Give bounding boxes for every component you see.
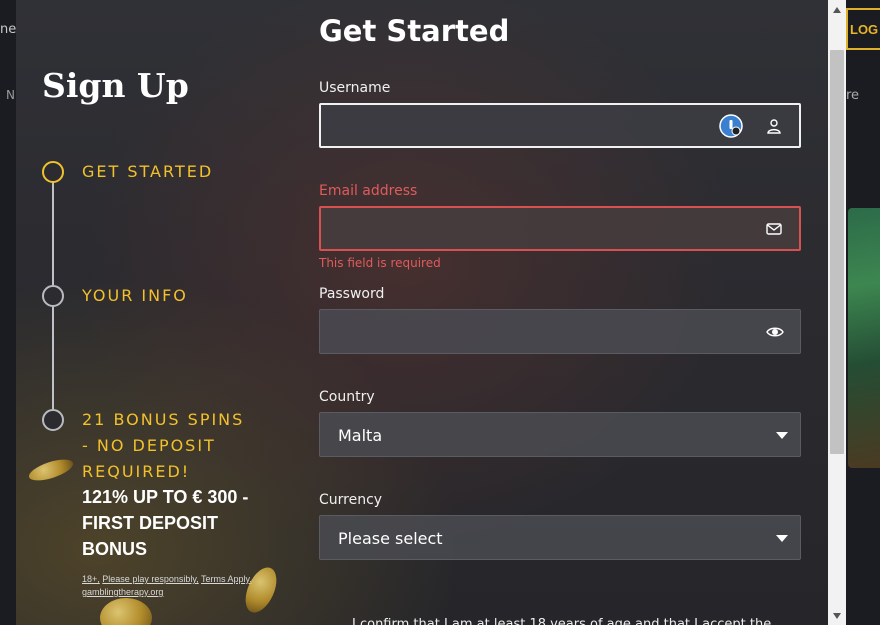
- play-responsibly-link[interactable]: Please play responsibly,: [102, 574, 198, 584]
- currency-label: Currency: [319, 492, 383, 508]
- email-input[interactable]: [321, 208, 799, 249]
- email-error-message: This field is required: [319, 256, 441, 270]
- country-select[interactable]: Malta: [319, 412, 801, 457]
- scroll-up-arrow-icon[interactable]: [833, 7, 841, 13]
- email-label: Email address: [319, 183, 418, 199]
- decorative-coin-icon: [26, 455, 76, 485]
- decorative-coin-icon: [100, 598, 152, 625]
- age-confirmation-text[interactable]: I confirm that I am at least 18 years of…: [352, 617, 792, 625]
- scroll-down-arrow-icon[interactable]: [833, 613, 841, 619]
- password-input[interactable]: [320, 310, 800, 353]
- terms-fine-print: 18+, Please play responsibly, Terms Appl…: [82, 573, 272, 599]
- background-page-right: LOG re: [846, 0, 880, 625]
- caret-down-icon: [776, 432, 788, 439]
- password-field[interactable]: [319, 309, 801, 354]
- background-nav-fragment: N: [6, 88, 15, 102]
- terms-link[interactable]: Terms Apply,: [201, 574, 252, 584]
- step-indicator-get-started: [42, 161, 64, 183]
- signup-title: Sign Up: [42, 66, 189, 105]
- eye-icon[interactable]: [766, 323, 784, 341]
- password-manager-icon[interactable]: [719, 113, 743, 138]
- bonus-line: BONUS: [82, 539, 148, 559]
- modal-scrollbar[interactable]: [828, 0, 846, 625]
- bonus-line: FIRST DEPOSIT: [82, 513, 219, 533]
- background-nav-fragment: re: [846, 88, 860, 103]
- signup-modal: Sign Up GET STARTED YOUR INFO 21 BONUS S…: [16, 0, 828, 625]
- password-label: Password: [319, 286, 385, 302]
- gambling-therapy-link[interactable]: gamblingtherapy.org: [82, 587, 163, 597]
- currency-select[interactable]: Please select: [319, 515, 801, 560]
- step-label-bonus-line: 21 BONUS SPINS: [82, 410, 245, 429]
- background-nav-fragment: ne: [0, 22, 17, 37]
- step-label-your-info: YOUR INFO: [82, 286, 188, 305]
- bonus-line: 121% UP TO € 300 -: [82, 487, 249, 507]
- step-label-bonus-line: REQUIRED!: [82, 462, 191, 481]
- background-page-left: ne N: [0, 0, 16, 625]
- step-indicator-your-info: [42, 285, 64, 307]
- step-indicator-bonus: [42, 409, 64, 431]
- decorative-coin-icon: [239, 562, 283, 618]
- country-selected-value: Malta: [338, 426, 383, 445]
- country-label: Country: [319, 389, 375, 405]
- username-field[interactable]: [319, 103, 801, 148]
- step-label-bonus-line: - NO DEPOSIT: [82, 436, 216, 455]
- form-title: Get Started: [319, 14, 510, 48]
- envelope-icon: [765, 220, 783, 238]
- age-notice: 18+,: [82, 574, 100, 584]
- user-icon: [765, 117, 783, 135]
- email-field[interactable]: [319, 206, 801, 251]
- scrollbar-thumb[interactable]: [830, 50, 844, 454]
- login-button[interactable]: LOG: [846, 8, 880, 50]
- currency-selected-value: Please select: [338, 529, 443, 548]
- caret-down-icon: [776, 535, 788, 542]
- first-deposit-bonus: 121% UP TO € 300 - FIRST DEPOSIT BONUS: [82, 484, 282, 562]
- background-game-thumbnail[interactable]: [848, 208, 880, 468]
- username-label: Username: [319, 80, 391, 96]
- step-label-get-started: GET STARTED: [82, 162, 214, 181]
